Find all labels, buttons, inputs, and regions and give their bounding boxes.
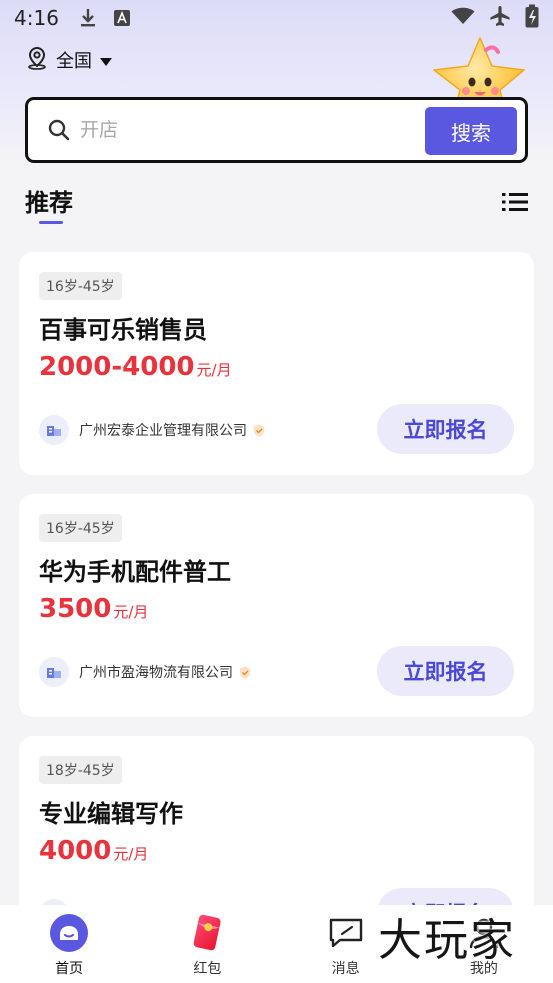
salary-value: 3500 xyxy=(39,594,112,624)
airplane-mode-icon xyxy=(489,5,511,32)
job-salary: 3500 元/月 xyxy=(39,594,148,624)
salary-value: 4000 xyxy=(39,836,112,866)
battery-icon xyxy=(525,4,539,33)
search-box: 搜索 xyxy=(25,97,528,163)
salary-unit: 元/月 xyxy=(113,603,149,621)
search-icon xyxy=(48,119,70,141)
location-pin-icon xyxy=(26,46,48,75)
job-card[interactable]: 16岁-45岁 华为手机配件普工 3500 元/月 广州市盈海物流有限公司 立即… xyxy=(19,494,534,717)
status-bar: 4:16 xyxy=(0,0,553,36)
tab-red-envelope[interactable]: 红包 xyxy=(138,905,276,983)
company-logo-icon xyxy=(39,415,69,445)
list-view-icon[interactable] xyxy=(502,191,528,213)
job-title: 专业编辑写作 xyxy=(39,800,183,828)
company-name: 广州宏泰企业管理有限公司 xyxy=(79,423,247,439)
job-title: 百事可乐销售员 xyxy=(39,316,207,344)
salary-unit: 元/月 xyxy=(196,361,232,379)
search-input[interactable] xyxy=(80,119,400,141)
apply-button[interactable]: 立即报名 xyxy=(377,646,514,696)
verified-badge-icon xyxy=(239,666,251,679)
company-row: 广州宏泰企业管理有限公司 xyxy=(39,415,265,445)
tab-label: 红包 xyxy=(193,961,222,977)
verified-badge-icon xyxy=(253,424,265,437)
job-salary: 4000 元/月 xyxy=(39,836,148,866)
job-salary: 2000-4000 元/月 xyxy=(39,352,232,382)
company-name: 广州市盈海物流有限公司 xyxy=(79,665,233,681)
age-badge: 16岁-45岁 xyxy=(39,514,122,542)
status-time: 4:16 xyxy=(14,6,59,30)
job-title: 华为手机配件普工 xyxy=(39,558,231,586)
apply-button[interactable]: 立即报名 xyxy=(377,404,514,454)
tab-home[interactable]: 首页 xyxy=(0,905,138,983)
recommend-section-header: 推荐 xyxy=(25,183,528,227)
caret-down-icon xyxy=(100,50,112,71)
age-badge: 16岁-45岁 xyxy=(39,272,122,300)
watermark-text: 大玩家 xyxy=(378,915,516,966)
tab-label: 首页 xyxy=(55,961,84,977)
company-logo-icon xyxy=(39,657,69,687)
search-button[interactable]: 搜索 xyxy=(425,107,517,155)
location-label: 全国 xyxy=(56,51,92,72)
salary-value: 2000-4000 xyxy=(39,352,195,382)
wifi-icon xyxy=(451,7,475,30)
salary-unit: 元/月 xyxy=(113,845,149,863)
company-row: 广州市盈海物流有限公司 xyxy=(39,657,251,687)
location-selector[interactable]: 全国 xyxy=(26,46,112,74)
download-icon xyxy=(77,7,99,29)
font-app-icon xyxy=(111,7,133,29)
age-badge: 18岁-45岁 xyxy=(39,756,122,784)
tab-label: 消息 xyxy=(331,961,360,977)
red-envelope-icon xyxy=(187,913,227,953)
home-icon xyxy=(49,913,89,953)
message-icon xyxy=(326,913,366,953)
job-card[interactable]: 16岁-45岁 百事可乐销售员 2000-4000 元/月 广州宏泰企业管理有限… xyxy=(19,252,534,475)
section-title: 推荐 xyxy=(25,189,73,217)
section-underline xyxy=(39,221,63,224)
